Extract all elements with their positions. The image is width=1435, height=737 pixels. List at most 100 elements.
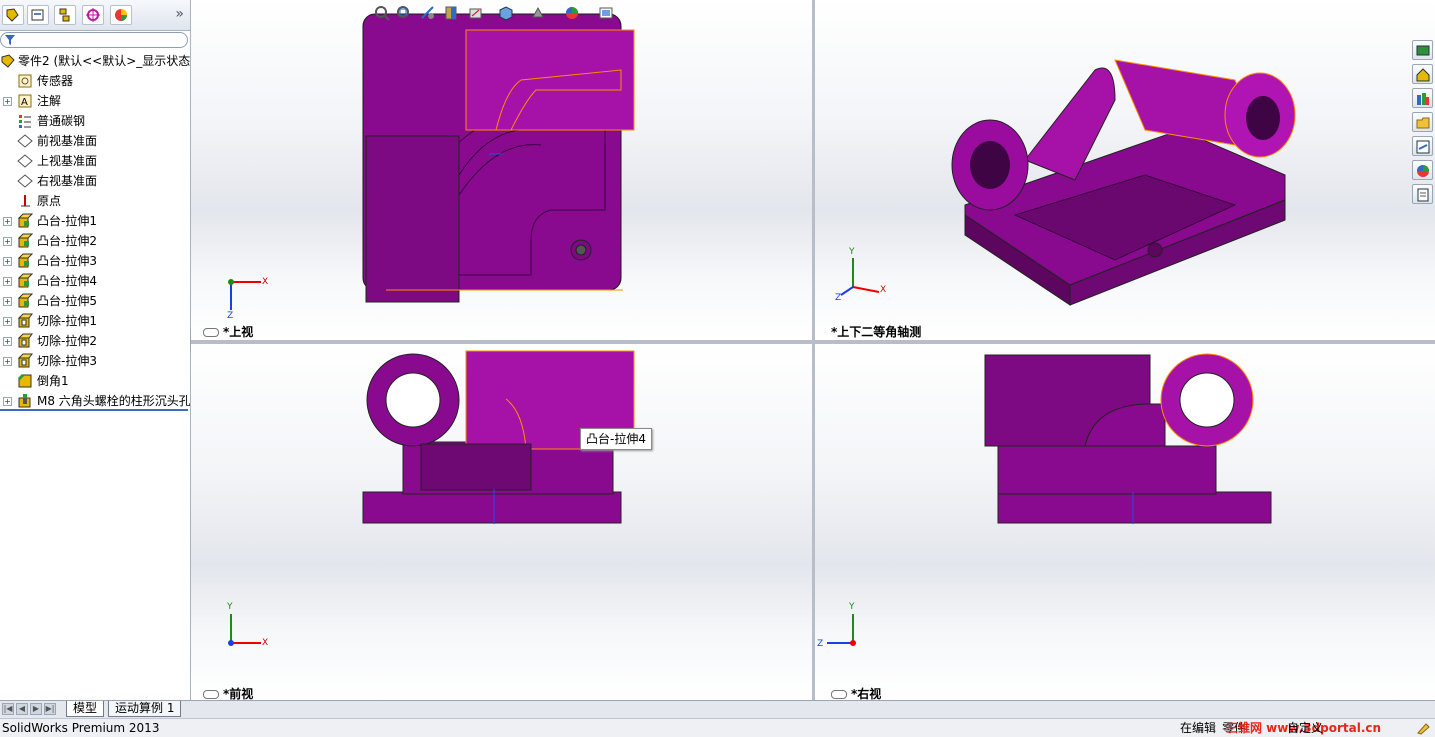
feature-tree-item[interactable]: + 凸台-拉伸1 [0,211,190,231]
zoom-to-area-icon[interactable] [395,4,413,22]
expand-toggle-icon[interactable]: + [3,277,12,286]
file-explorer-tab[interactable] [1412,112,1433,132]
feature-filter-input[interactable] [0,32,188,48]
last-tab-arrow-icon[interactable]: ▶| [44,703,56,715]
feature-tooltip: 凸台-拉伸4 [580,428,652,450]
feature-tree-item[interactable]: + M8 六角头螺栓的柱形沉头孔 [0,391,190,411]
propertymanager-tab[interactable] [27,5,49,25]
folder-icon [1416,117,1430,129]
feature-tree-item-label: 上视基准面 [37,154,98,168]
custom-properties-tab[interactable] [1412,184,1433,204]
chamfer-icon [17,373,33,389]
viewport-top-label: *上视 [203,323,253,340]
feature-manager-tabs: » [0,0,190,31]
viewport-isometric[interactable]: Y X Z *上下二等角轴测 [815,0,1435,340]
feature-tree-item[interactable]: 倒角1 [0,371,190,391]
viewport-iso-label: *上下二等角轴测 [831,325,922,339]
view-palette-tab[interactable] [1412,136,1433,156]
edit-appearance-icon[interactable] [563,4,581,22]
plane-icon [17,153,33,169]
feature-tree-item-label: 凸台-拉伸4 [37,274,97,288]
apply-scene-icon[interactable] [597,4,615,22]
triad-z-label: Z [227,311,234,321]
help-icon[interactable] [1416,721,1430,735]
featuremanager-tab[interactable] [2,5,24,25]
view-palette-icon [1416,140,1430,154]
feature-tree-item[interactable]: 传感器 [0,71,190,91]
feature-tree-item[interactable]: 上视基准面 [0,151,190,171]
expand-toggle-icon[interactable]: + [3,337,12,346]
feature-tree-item[interactable]: + A 注解 [0,91,190,111]
feature-tree-item[interactable]: + 凸台-拉伸4 [0,271,190,291]
feature-tree-item-label: 切除-拉伸2 [37,334,97,348]
home-tab[interactable] [1412,64,1433,84]
viewport-top[interactable]: X Z *上视 [191,0,812,340]
feature-tree-item[interactable]: 原点 [0,191,190,211]
appearances-tab[interactable] [1412,160,1433,180]
next-tab-arrow-icon[interactable]: ▶ [30,703,42,715]
hole-wizard-icon [17,393,33,409]
expand-toggle-icon[interactable]: + [3,317,12,326]
link-views-icon[interactable] [203,328,219,337]
expand-panel-icon[interactable]: » [175,6,184,22]
feature-tree-item-label: 零件2 (默认<<默认>_显示状态 [18,54,190,68]
section-view-icon[interactable] [443,4,461,22]
top-view-model [228,13,635,310]
cut-extrude-icon [17,313,33,329]
feature-tree-item[interactable]: 普通碳钢 [0,111,190,131]
rollback-bar[interactable] [0,409,188,411]
boss-extrude-icon [17,213,34,229]
configurationmanager-tab[interactable] [54,5,76,25]
solidworks-resources-tab[interactable] [1412,40,1433,60]
feature-tree-item[interactable]: + 凸台-拉伸2 [0,231,190,251]
expand-toggle-icon[interactable]: + [3,97,12,106]
origin-icon [17,193,33,209]
plane-icon [17,173,33,189]
feature-tree-item[interactable]: + 凸台-拉伸3 [0,251,190,271]
feature-tree-item[interactable]: 零件2 (默认<<默认>_显示状态 [0,51,190,71]
previous-view-icon[interactable] [419,4,437,22]
triad-y-label: Y [849,602,855,612]
motion-study-tab[interactable]: 运动算例 1 [108,701,182,717]
viewport-splitter-vertical[interactable] [812,0,815,700]
feature-tree-item-label: M8 六角头螺栓的柱形沉头孔 [37,394,190,408]
feature-tree-item-label: 传感器 [37,74,74,88]
expand-toggle-icon[interactable]: + [3,257,12,266]
model-tab[interactable]: 模型 [66,701,105,717]
units-status[interactable]: 自定义 [1287,719,1323,737]
display-style-icon[interactable] [529,4,547,22]
feature-tree-item[interactable]: + 切除-拉伸1 [0,311,190,331]
expand-toggle-icon[interactable]: + [3,237,12,246]
first-tab-arrow-icon[interactable]: |◀ [2,703,14,715]
display-manager-tab[interactable] [110,5,132,25]
feature-tree-item-label: 凸台-拉伸5 [37,294,97,308]
viewport-front[interactable]: Y X *前视 [191,344,812,700]
feature-tree-item-label: 倒角1 [37,374,69,388]
svg-text:A: A [21,97,28,108]
expand-toggle-icon[interactable]: + [3,397,12,406]
feature-tree-item[interactable]: + 切除-拉伸3 [0,351,190,371]
feature-tree-item[interactable]: 前视基准面 [0,131,190,151]
expand-toggle-icon[interactable]: + [3,297,12,306]
viewport-right[interactable]: Y Z *右视 [815,344,1435,700]
design-library-tab[interactable] [1412,88,1433,108]
prev-tab-arrow-icon[interactable]: ◀ [16,703,28,715]
feature-tree: 零件2 (默认<<默认>_显示状态 传感器 + A 注解 普通碳钢 前视基准面 上视基准面 右视… [0,51,190,411]
viewport-splitter-horizontal[interactable] [191,340,1435,344]
view-orientation-icon[interactable] [497,4,515,22]
triad-y-label: Y [227,602,233,612]
zoom-to-fit-icon[interactable] [373,4,391,22]
dimxpert-tab[interactable] [82,5,104,25]
expand-toggle-icon[interactable]: + [3,357,12,366]
feature-tree-item-label: 凸台-拉伸1 [37,214,97,228]
link-views-icon[interactable] [831,690,847,699]
feature-tree-item[interactable]: 右视基准面 [0,171,190,191]
dynamic-annotation-icon[interactable] [467,4,485,22]
propertymanager-tab-icon [31,9,44,21]
feature-tree-item[interactable]: + 凸台-拉伸5 [0,291,190,311]
triad-x-label: X [262,277,269,287]
feature-tree-item-label: 凸台-拉伸2 [37,234,97,248]
link-views-icon[interactable] [203,690,219,699]
feature-tree-item[interactable]: + 切除-拉伸2 [0,331,190,351]
expand-toggle-icon[interactable]: + [3,217,12,226]
